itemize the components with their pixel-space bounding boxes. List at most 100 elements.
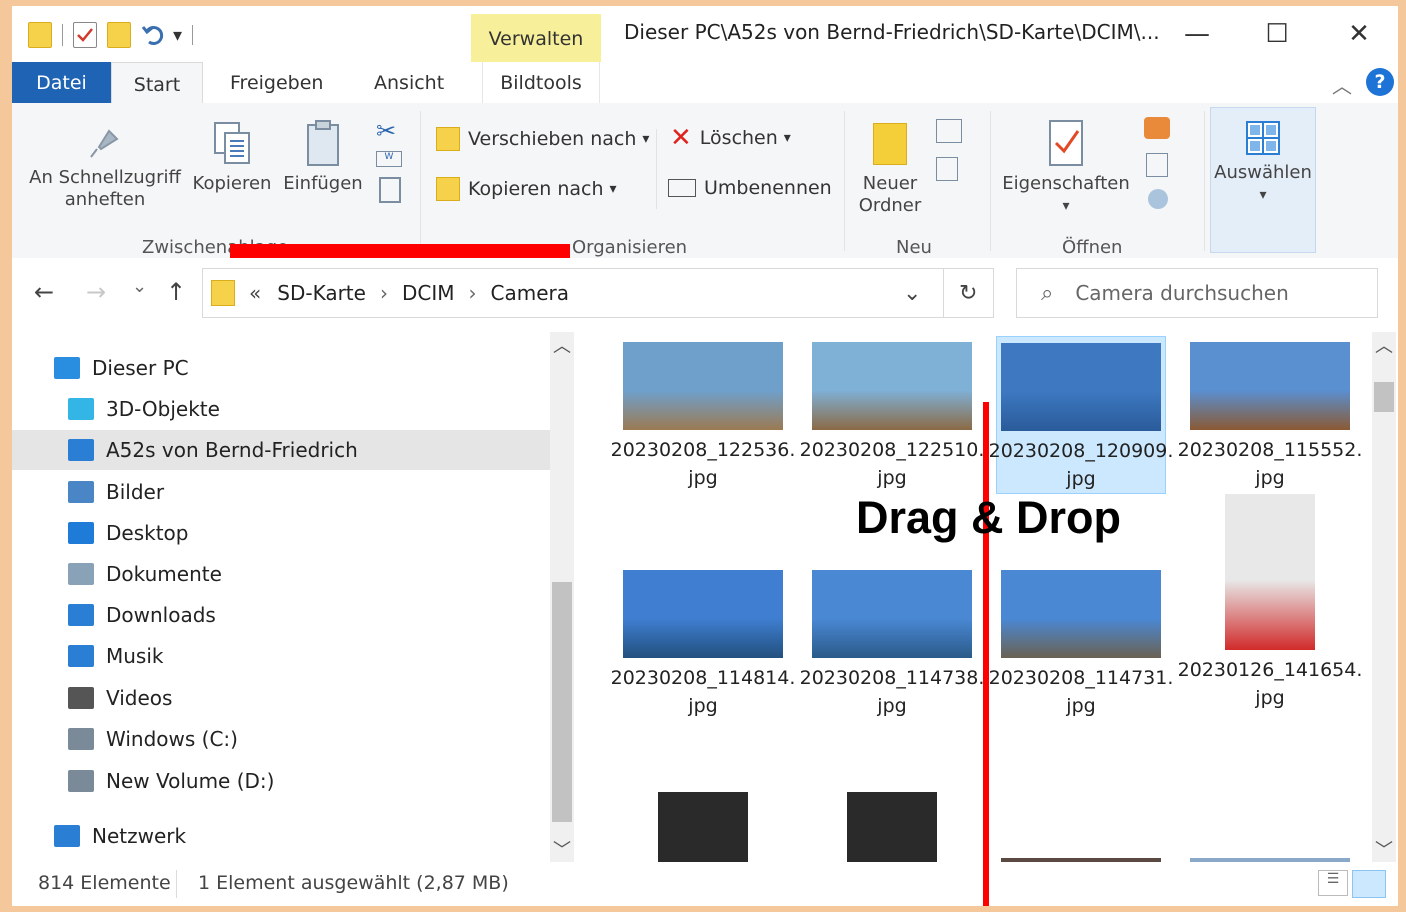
scroll-up-icon[interactable]: ︿: [1372, 332, 1396, 358]
scroll-down-icon[interactable]: ﹀: [1372, 836, 1396, 862]
breadcrumb-dcim[interactable]: DCIM: [402, 281, 455, 305]
file-tile[interactable]: 20230208_114738. jpg: [800, 564, 984, 722]
delete-button[interactable]: ✕ Löschen ▾: [670, 123, 791, 153]
file-tile[interactable]: [618, 792, 788, 862]
file-tile[interactable]: 20230208_120909. jpg: [989, 336, 1173, 494]
verwalten-context-tab[interactable]: Verwalten: [471, 14, 601, 64]
tree-item[interactable]: Musik: [12, 636, 550, 676]
navigation-pane: Dieser PC 3D-Objekte A52s von Bernd-Friedr…: [12, 328, 550, 862]
help-icon[interactable]: ?: [1366, 68, 1394, 96]
open-icon[interactable]: [1144, 117, 1170, 139]
pin-quick-access-button[interactable]: An Schnellzugriff anheften: [22, 119, 188, 211]
properties-check-icon[interactable]: [73, 22, 97, 48]
new-folder-button[interactable]: Neuer Ordner: [850, 119, 930, 217]
file-tile[interactable]: [1185, 792, 1355, 862]
navigation-pane-scroll-thumb[interactable]: [552, 582, 572, 822]
tree-item[interactable]: New Volume (D:): [12, 761, 550, 801]
collapse-ribbon-icon[interactable]: ︿: [1332, 70, 1352, 99]
minimize-button[interactable]: —: [1174, 16, 1220, 52]
back-arrow-icon[interactable]: ←: [34, 278, 54, 306]
drag-drop-line: [983, 402, 989, 906]
tree-item[interactable]: Videos: [12, 678, 550, 718]
tab-ansicht[interactable]: Ansicht: [360, 62, 458, 104]
folder-icon[interactable]: [28, 22, 52, 48]
tree-item[interactable]: Bilder: [12, 472, 550, 512]
new-folder-label-1: Neuer: [862, 173, 918, 194]
overflow-chevron-icon[interactable]: «: [249, 281, 261, 305]
maximize-button[interactable]: ☐: [1254, 16, 1300, 52]
search-input[interactable]: Camera durchsuchen: [1075, 281, 1288, 305]
tab-start[interactable]: Start: [111, 62, 203, 106]
tab-freigeben[interactable]: Freigeben: [216, 62, 337, 104]
details-view-icon[interactable]: ☰: [1318, 870, 1348, 896]
file-view-scroll-thumb[interactable]: [1374, 382, 1394, 412]
copy-path-icon[interactable]: W: [376, 151, 402, 167]
history-icon[interactable]: [1148, 189, 1168, 209]
breadcrumb-camera[interactable]: Camera: [490, 281, 569, 305]
file-tile[interactable]: 20230208_115552. jpg: [1178, 336, 1362, 494]
address-bar[interactable]: « SD-Karte › DCIM › Camera ⌄ ↻: [202, 268, 994, 318]
tab-datei[interactable]: Datei: [12, 62, 111, 104]
paste-shortcut-icon[interactable]: [379, 177, 401, 203]
file-tile[interactable]: [996, 792, 1166, 862]
up-arrow-icon[interactable]: ↑: [166, 278, 186, 306]
red-highlight-bar: [230, 244, 570, 258]
copy-button[interactable]: Kopieren: [190, 119, 274, 195]
new-item-icon[interactable]: [936, 119, 962, 143]
copy-folder-icon: [436, 177, 460, 201]
new-item-tools: [930, 117, 976, 195]
tree-item[interactable]: Windows (C:): [12, 719, 550, 759]
forward-arrow-icon[interactable]: →: [86, 278, 106, 306]
move-to-chevron-down-icon: ▾: [642, 131, 650, 147]
large-icons-view-icon[interactable]: [1352, 870, 1386, 898]
file-tile[interactable]: 20230126_141654. jpg: [1178, 494, 1362, 722]
properties-chevron-down-icon: ▾: [1062, 198, 1070, 214]
paste-button[interactable]: Einfügen: [278, 119, 368, 195]
undo-icon[interactable]: [141, 23, 164, 47]
file-name-line-1: 20230126_141654.: [1177, 659, 1363, 681]
copy-icon: [214, 122, 250, 164]
tree-item[interactable]: Dieser PC: [12, 348, 550, 388]
file-tile[interactable]: 20230208_114731. jpg: [989, 564, 1173, 722]
search-box[interactable]: ⌕ Camera durchsuchen: [1016, 268, 1378, 318]
copy-to-button[interactable]: Kopieren nach ▾: [436, 177, 617, 201]
customize-qat-icon[interactable]: ▾: [173, 25, 182, 46]
rename-button[interactable]: Umbenennen: [668, 177, 832, 199]
breadcrumb-separator-icon[interactable]: ›: [468, 281, 476, 305]
cut-icon[interactable]: ✂: [376, 117, 404, 145]
file-name: 20230208_114814. jpg: [611, 664, 796, 720]
select-label: Auswählen: [1214, 162, 1312, 183]
new-folder-icon[interactable]: [107, 22, 131, 48]
open-tools: [1140, 115, 1190, 209]
move-to-button[interactable]: Verschieben nach ▾: [436, 127, 649, 151]
tree-item[interactable]: Dokumente: [12, 554, 550, 594]
properties-button[interactable]: Eigenschaften ▾: [998, 117, 1134, 217]
breadcrumb-sd-karte[interactable]: SD-Karte: [277, 281, 366, 305]
file-tile[interactable]: [807, 792, 977, 862]
tree-item[interactable]: Downloads: [12, 595, 550, 635]
breadcrumb-separator-icon[interactable]: ›: [380, 281, 388, 305]
scroll-down-icon[interactable]: ﹀: [550, 836, 574, 862]
easy-access-icon[interactable]: [936, 157, 958, 181]
tree-item[interactable]: Netzwerk: [12, 816, 550, 856]
file-tile[interactable]: 20230208_122536. jpg: [611, 336, 795, 494]
recent-locations-chevron-icon[interactable]: ⌄: [132, 276, 147, 297]
navigation-pane-scrollbar[interactable]: ︿ ﹀: [550, 332, 574, 862]
refresh-icon[interactable]: ↻: [959, 281, 977, 306]
tab-bildtools[interactable]: Bildtools: [482, 62, 600, 104]
file-view-scrollbar[interactable]: ︿ ﹀: [1372, 332, 1396, 862]
tree-item[interactable]: A52s von Bernd-Friedrich: [12, 430, 550, 470]
ribbon-separator: [656, 129, 657, 209]
music-icon: [68, 645, 94, 667]
delete-x-icon: ✕: [670, 123, 692, 153]
close-button[interactable]: ✕: [1336, 16, 1382, 52]
address-dropdown-icon[interactable]: ⌄: [903, 281, 921, 306]
select-button[interactable]: Auswählen ▾: [1210, 107, 1316, 253]
edit-icon[interactable]: [1146, 153, 1168, 177]
scroll-up-icon[interactable]: ︿: [550, 332, 574, 358]
tablet-photo-icon: [658, 792, 748, 862]
tree-item[interactable]: Desktop: [12, 513, 550, 553]
tree-item[interactable]: 3D-Objekte: [12, 389, 550, 429]
file-tile[interactable]: 20230208_114814. jpg: [611, 564, 795, 722]
file-tile[interactable]: 20230208_122510. jpg: [800, 336, 984, 494]
